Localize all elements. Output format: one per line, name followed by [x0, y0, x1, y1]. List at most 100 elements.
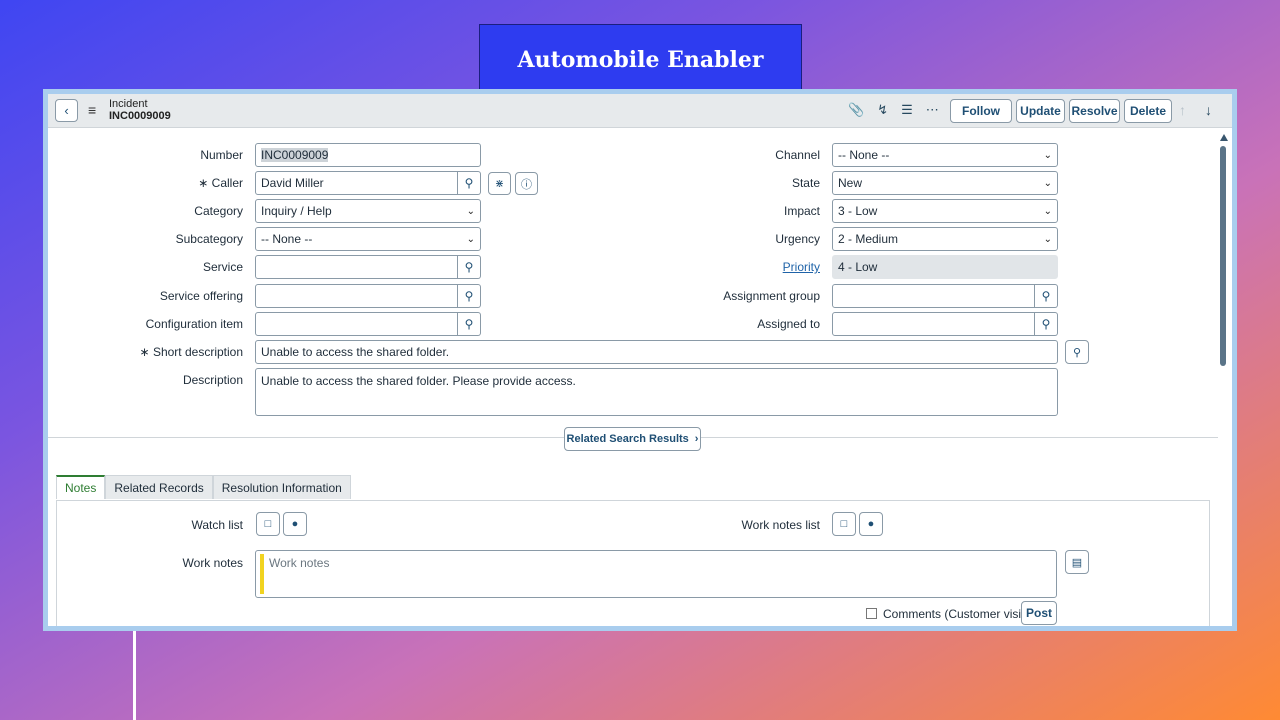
- priority-field: 4 - Low: [832, 255, 1058, 279]
- service-offering-label: Service offering: [159, 289, 243, 303]
- suggestion-button[interactable]: ⚲: [1065, 340, 1089, 364]
- back-button[interactable]: ‹: [55, 99, 78, 122]
- short-description-label: ∗ Short description: [140, 345, 243, 359]
- state-value: New: [838, 176, 863, 190]
- watch-list-add-button[interactable]: ●: [283, 512, 307, 536]
- tab-resolution-information[interactable]: Resolution Information: [212, 475, 351, 499]
- comments-checkbox-label: Comments (Customer visible): [883, 607, 1042, 621]
- channel-select[interactable]: -- None -- ⌄: [832, 143, 1058, 167]
- work-notes-list-label: Work notes list: [741, 518, 820, 532]
- number-field[interactable]: INC0009009: [255, 143, 481, 167]
- pulse-icon[interactable]: ↯: [877, 102, 888, 118]
- scrollbar-thumb[interactable]: [1220, 146, 1226, 366]
- required-mark: ∗: [139, 345, 150, 359]
- service-offering-field[interactable]: [255, 284, 458, 308]
- category-select[interactable]: Inquiry / Help ⌄: [255, 199, 481, 223]
- caller-field[interactable]: David Miller: [255, 171, 458, 195]
- configuration-item-label: Configuration item: [145, 317, 243, 331]
- work-notes-list-lock-button[interactable]: □: [832, 512, 856, 536]
- urgency-select[interactable]: 2 - Medium ⌄: [832, 227, 1058, 251]
- number-value: INC0009009: [261, 148, 329, 162]
- scroll-up-arrow[interactable]: [1220, 134, 1228, 141]
- magnifier-icon: ⚲: [464, 317, 474, 331]
- watch-list-lock-button[interactable]: □: [256, 512, 280, 536]
- lock-icon: □: [264, 518, 272, 530]
- add-user-icon: ●: [291, 518, 299, 530]
- lock-icon: □: [840, 518, 848, 530]
- subcategory-label: Subcategory: [175, 232, 243, 246]
- share-nodes-icon: ⋇: [494, 178, 505, 190]
- comments-checkbox[interactable]: [866, 608, 877, 619]
- magnifier-icon: ⚲: [1041, 289, 1051, 303]
- service-offering-lookup-button[interactable]: ⚲: [458, 284, 481, 308]
- info-icon: ⓘ: [521, 178, 532, 191]
- subcategory-select[interactable]: -- None -- ⌄: [255, 227, 481, 251]
- magnifier-icon: ⚲: [1041, 317, 1051, 331]
- service-lookup-button[interactable]: ⚲: [458, 255, 481, 279]
- configuration-item-field[interactable]: [255, 312, 458, 336]
- related-search-button[interactable]: Related Search Results ›: [564, 427, 701, 451]
- record-header: ‹ ≡ Incident INC0009009 📎 ↯ ☰ ⋯ Follow U…: [48, 94, 1232, 128]
- lightbulb-icon: ⚲: [1072, 346, 1082, 359]
- configuration-item-lookup-button[interactable]: ⚲: [458, 312, 481, 336]
- chevron-down-icon: ⌄: [466, 233, 475, 245]
- state-label: State: [791, 176, 820, 190]
- number-label: Number: [200, 148, 243, 162]
- description-textarea[interactable]: Unable to access the shared folder. Plea…: [255, 368, 1058, 416]
- assigned-to-lookup-button[interactable]: ⚲: [1035, 312, 1058, 336]
- sliders-icon[interactable]: ☰: [901, 102, 913, 118]
- post-button[interactable]: Post: [1021, 601, 1057, 625]
- caller-lookup-button[interactable]: ⚲: [458, 171, 481, 195]
- category-label: Category: [194, 204, 243, 218]
- delete-button[interactable]: Delete: [1124, 99, 1172, 123]
- update-button[interactable]: Update: [1016, 99, 1065, 123]
- resolve-button[interactable]: Resolve: [1069, 99, 1120, 123]
- chevron-down-icon: ⌄: [1043, 149, 1052, 161]
- watch-list-label: Watch list: [191, 518, 243, 532]
- channel-value: -- None --: [838, 148, 890, 162]
- paperclip-icon[interactable]: 📎: [848, 102, 864, 118]
- work-notes-indicator: [260, 554, 264, 594]
- assignment-group-lookup-button[interactable]: ⚲: [1035, 284, 1058, 308]
- app-window: ‹ ≡ Incident INC0009009 📎 ↯ ☰ ⋯ Follow U…: [43, 89, 1237, 631]
- tab-related-records[interactable]: Related Records: [105, 475, 213, 499]
- arrow-down-icon[interactable]: ↓: [1205, 102, 1212, 118]
- state-select[interactable]: New ⌄: [832, 171, 1058, 195]
- follow-button[interactable]: Follow: [950, 99, 1012, 123]
- chevron-left-icon: ‹: [64, 103, 69, 118]
- form-tabs: Notes Related Records Resolution Informa…: [56, 475, 351, 499]
- required-mark: ∗: [198, 176, 209, 190]
- caller-label-text: Caller: [211, 176, 243, 190]
- urgency-label: Urgency: [775, 232, 820, 246]
- hamburger-icon[interactable]: ≡: [88, 102, 96, 118]
- work-notes-placeholder: Work notes: [269, 556, 330, 570]
- caller-label: ∗ Caller: [198, 176, 243, 190]
- service-label: Service: [202, 260, 243, 274]
- priority-link[interactable]: Priority: [783, 260, 820, 274]
- channel-label: Channel: [775, 148, 820, 162]
- related-search-label: Related Search Results: [566, 433, 689, 445]
- work-notes-list-add-button[interactable]: ●: [859, 512, 883, 536]
- arrow-up-icon[interactable]: ↑: [1179, 102, 1186, 118]
- description-label: Description: [182, 373, 243, 387]
- chevron-down-icon: ⌄: [466, 205, 475, 217]
- service-field[interactable]: [255, 255, 458, 279]
- urgency-value: 2 - Medium: [838, 232, 899, 246]
- subcategory-value: -- None --: [261, 232, 313, 246]
- caller-tree-button[interactable]: ⋇: [488, 172, 511, 195]
- work-notes-label: Work notes: [182, 556, 243, 570]
- caller-info-button[interactable]: ⓘ: [515, 172, 538, 195]
- assignment-group-field[interactable]: [832, 284, 1035, 308]
- work-notes-textarea[interactable]: Work notes: [255, 550, 1057, 598]
- tab-notes[interactable]: Notes: [56, 475, 106, 499]
- magnifier-icon: ⚲: [464, 289, 474, 303]
- work-notes-template-button[interactable]: ▤: [1065, 550, 1089, 574]
- impact-value: 3 - Low: [838, 204, 878, 218]
- record-title: Incident INC0009009: [109, 98, 171, 122]
- chevron-down-icon: ⌄: [1043, 205, 1052, 217]
- record-number: INC0009009: [109, 110, 171, 122]
- short-description-field[interactable]: Unable to access the shared folder.: [255, 340, 1058, 364]
- assigned-to-field[interactable]: [832, 312, 1035, 336]
- impact-select[interactable]: 3 - Low ⌄: [832, 199, 1058, 223]
- ellipsis-icon[interactable]: ⋯: [926, 102, 939, 118]
